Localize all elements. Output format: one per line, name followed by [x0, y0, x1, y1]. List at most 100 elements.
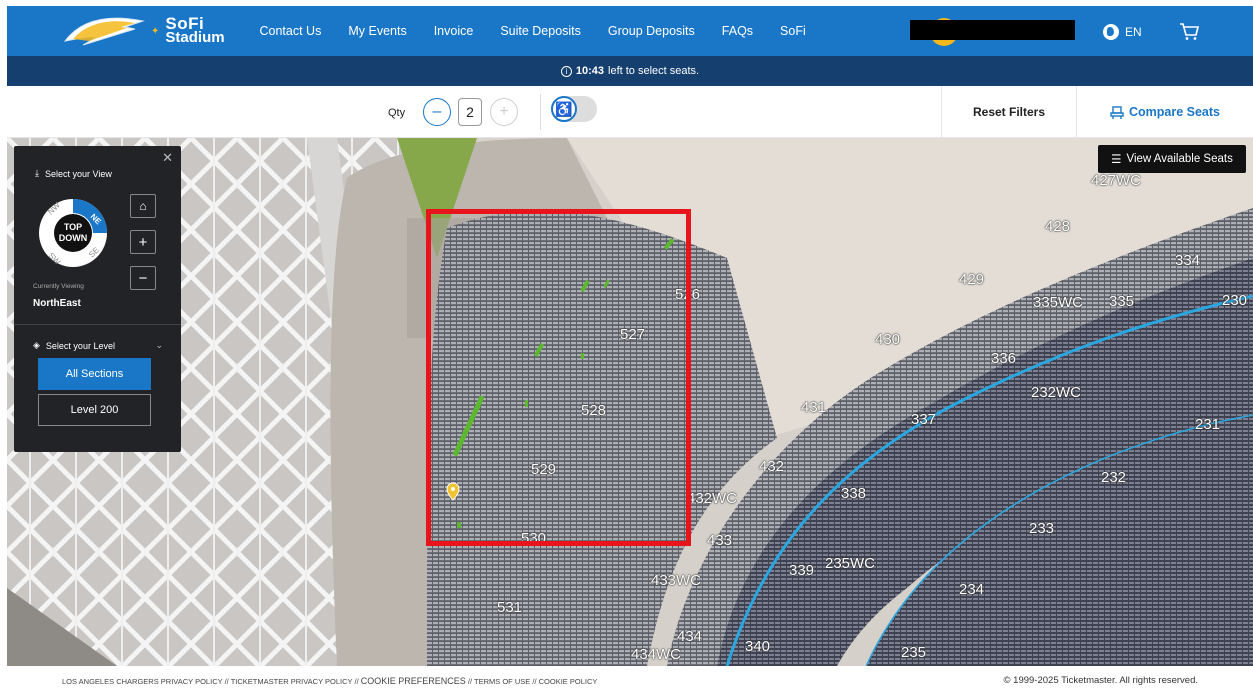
qty-label: Qty — [388, 107, 406, 119]
section-label[interactable]: 429 — [959, 271, 984, 288]
home-icon: ⌂ — [139, 199, 147, 213]
nav-my-events[interactable]: My Events — [335, 24, 420, 38]
footer-separator: // — [532, 677, 537, 686]
panel-divider — [14, 324, 181, 325]
level-all-sections-button[interactable]: All Sections — [38, 358, 151, 390]
compare-seats-button[interactable]: Compare Seats — [1076, 86, 1253, 138]
section-label[interactable]: 430 — [875, 331, 900, 348]
section-label[interactable]: 335 — [1109, 293, 1134, 310]
footer-link-cookie-preferences[interactable]: COOKIE PREFERENCES — [361, 676, 466, 686]
footer-links: LOS ANGELES CHARGERS PRIVACY POLICY // T… — [62, 676, 597, 686]
nav-suite-deposits[interactable]: Suite Deposits — [487, 24, 595, 38]
section-label[interactable]: 232 — [1101, 469, 1126, 486]
qty-decrease-button[interactable]: – — [423, 98, 451, 126]
currently-viewing-label: Currently Viewing — [33, 283, 84, 290]
section-label[interactable]: 232WC — [1031, 384, 1081, 401]
footer-link-chargers-privacy[interactable]: LOS ANGELES CHARGERS PRIVACY POLICY — [62, 677, 222, 686]
sofi-stadium-logo[interactable]: ✦ SoFi Stadium — [63, 13, 238, 49]
copyright-text: © 1999-2025 Ticketmaster. All rights res… — [1003, 675, 1198, 686]
section-label[interactable]: 233 — [1029, 520, 1054, 537]
section-label[interactable]: 428 — [1045, 218, 1070, 235]
list-icon: ☰ — [1111, 154, 1122, 166]
section-label[interactable]: 231 — [1195, 416, 1220, 433]
star-icon: ✦ — [151, 25, 160, 37]
main-nav: Contact Us My Events Invoice Suite Depos… — [246, 24, 819, 38]
footer-separator: // — [467, 677, 473, 686]
redacted-user-name — [910, 20, 1075, 40]
timer-message: left to select seats. — [608, 65, 700, 77]
map-control-panel: ✕ ⤓ Select your View NW NE SW SE TOP DOW… — [14, 146, 181, 452]
footer-separator: // — [354, 677, 359, 686]
section-label[interactable]: 230 — [1222, 292, 1247, 309]
accessible-seating-toggle[interactable]: ♿ — [551, 96, 597, 122]
nav-faqs[interactable]: FAQs — [708, 24, 766, 38]
top-down-view-button[interactable]: TOP DOWN — [54, 214, 92, 252]
section-label[interactable]: 434WC — [631, 646, 681, 663]
section-label[interactable]: 531 — [497, 599, 522, 616]
footer-separator: // — [224, 677, 229, 686]
nav-sofi[interactable]: SoFi — [767, 24, 820, 38]
reset-filters-button[interactable]: Reset Filters — [941, 86, 1076, 138]
footer-link-ticketmaster-privacy[interactable]: TICKETMASTER PRIVACY POLICY — [231, 677, 353, 686]
compass-bottom-label: DOWN — [58, 233, 88, 243]
currently-viewing-value: NorthEast — [33, 298, 81, 309]
page-footer: LOS ANGELES CHARGERS PRIVACY POLICY // T… — [0, 666, 1253, 694]
plus-icon: + — [138, 233, 148, 251]
language-selector[interactable]: EN — [1103, 24, 1142, 40]
seat-timer-bar: i 10:43 left to select seats. — [7, 56, 1253, 86]
select-view-title: ⤓ Select your View — [35, 168, 112, 179]
zoom-in-button[interactable]: + — [130, 230, 156, 254]
nav-invoice[interactable]: Invoice — [420, 24, 487, 38]
seat-icon — [1110, 105, 1124, 119]
user-account-menu[interactable] — [910, 18, 1075, 46]
select-view-label: Select your View — [44, 168, 112, 179]
timer-value: 10:43 — [575, 65, 605, 77]
level-200-button[interactable]: Level 200 — [38, 394, 151, 426]
home-view-button[interactable]: ⌂ — [130, 194, 156, 218]
footer-link-cookie-policy[interactable]: COOKIE POLICY — [539, 677, 598, 686]
section-label[interactable]: 433 — [707, 532, 732, 549]
qty-value-field[interactable]: 2 — [458, 98, 482, 126]
nav-group-deposits[interactable]: Group Deposits — [594, 24, 708, 38]
seat-map-page: ✦ SoFi Stadium Contact Us My Events Invo… — [0, 0, 1253, 694]
plus-icon: + — [499, 103, 509, 120]
view-available-seats-label: View Available Seats — [1126, 153, 1233, 165]
section-label[interactable]: 432 — [759, 458, 784, 475]
section-label[interactable]: 334 — [1175, 252, 1200, 269]
section-label[interactable]: 336 — [991, 350, 1016, 367]
section-label[interactable]: 234 — [959, 581, 984, 598]
section-label[interactable]: 433WC — [651, 572, 701, 589]
section-label[interactable]: 235 — [901, 644, 926, 661]
footer-link-terms[interactable]: TERMS OF USE — [474, 677, 530, 686]
nav-contact-us[interactable]: Contact Us — [246, 24, 335, 38]
layers-icon: ◈ — [33, 340, 40, 350]
minus-icon: − — [138, 269, 148, 287]
toolbar-divider — [540, 94, 541, 130]
highlight-annotation-box — [426, 209, 691, 546]
view-icon: ⤓ — [35, 168, 39, 178]
info-icon: i — [560, 65, 572, 77]
compass-top-label: TOP — [63, 222, 83, 232]
select-level-label: Select your Level — [45, 340, 115, 351]
qty-increase-button[interactable]: + — [490, 98, 518, 126]
section-label[interactable]: 427WC — [1091, 172, 1141, 189]
filter-toolbar: Qty – 2 + ♿ Reset Filters Compare Seats — [7, 86, 1253, 138]
section-label[interactable]: 340 — [745, 638, 770, 655]
view-available-seats-button[interactable]: ☰ View Available Seats — [1098, 145, 1246, 173]
compare-seats-label: Compare Seats — [1128, 105, 1220, 119]
section-label[interactable]: 432WC — [687, 490, 737, 507]
section-label[interactable]: 338 — [841, 485, 866, 502]
select-level-dropdown[interactable]: ◈ Select your Level ⌄ — [33, 340, 163, 351]
brand-line2: Stadium — [165, 29, 225, 46]
cart-icon[interactable] — [1178, 20, 1200, 42]
section-label[interactable]: 434 — [677, 628, 702, 645]
close-icon[interactable]: ✕ — [162, 150, 173, 166]
language-label: EN — [1125, 25, 1142, 39]
section-label[interactable]: 337 — [911, 411, 936, 428]
section-label[interactable]: 431 — [801, 399, 826, 416]
section-label[interactable]: 339 — [789, 562, 814, 579]
section-label[interactable]: 335WC — [1033, 294, 1083, 311]
top-navigation-bar: ✦ SoFi Stadium Contact Us My Events Invo… — [7, 6, 1253, 56]
section-label[interactable]: 235WC — [825, 555, 875, 572]
zoom-out-button[interactable]: − — [130, 266, 156, 290]
